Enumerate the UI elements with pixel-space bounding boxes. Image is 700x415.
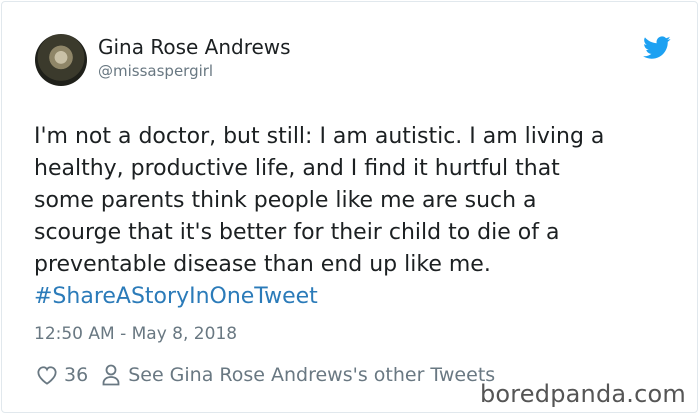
heart-icon[interactable] — [36, 365, 58, 385]
author-display-name[interactable]: Gina Rose Andrews — [98, 35, 291, 59]
tweet-text-line: preventable disease than end up like me. — [34, 252, 491, 277]
tweet-text: I'm not a doctor, but still: I am autist… — [34, 121, 684, 313]
tweet-timestamp-link[interactable]: 12:50 AM - May 8, 2018 — [34, 324, 237, 344]
like-count[interactable]: 36 — [64, 364, 88, 386]
tweet-card: Gina Rose Andrews @missaspergirl I'm not… — [1, 1, 698, 413]
person-icon[interactable] — [102, 364, 120, 386]
twitter-bird-icon[interactable] — [643, 36, 671, 60]
tweet-text-line: I'm not a doctor, but still: I am autist… — [34, 124, 605, 149]
author-handle[interactable]: @missaspergirl — [98, 62, 213, 80]
tweet-text-line: healthy, productive life, and I find it … — [34, 156, 560, 181]
tweet-text-line: scourge that it's better for their child… — [34, 220, 560, 245]
tweet-text-line: some parents think people like me are su… — [34, 188, 537, 213]
tweet-actions: 36 See Gina Rose Andrews's other Tweets — [36, 362, 495, 388]
other-tweets-link[interactable]: See Gina Rose Andrews's other Tweets — [128, 364, 495, 386]
hashtag-link[interactable]: #ShareAStoryInOneTweet — [34, 281, 684, 313]
watermark: boredpanda.com — [479, 380, 686, 408]
avatar[interactable] — [35, 34, 87, 86]
